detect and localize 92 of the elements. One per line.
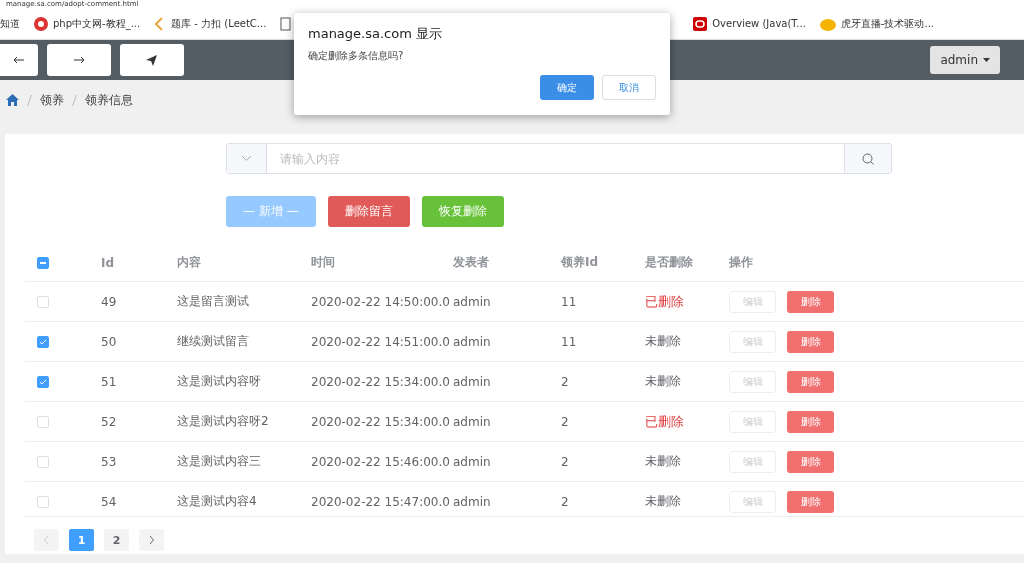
table-cell-text: 51 xyxy=(101,374,118,389)
dialog-message: 确定删除多条信息吗? xyxy=(308,49,405,63)
column-header: 领养Id xyxy=(561,254,600,271)
table-cell-text: 2 xyxy=(561,374,570,389)
table-cell-text: admin xyxy=(453,414,492,429)
delete-button[interactable]: 删除 xyxy=(787,370,834,393)
table-cell-text: 这是测试内容呀2 xyxy=(177,413,270,430)
next-page-button[interactable] xyxy=(139,529,164,551)
table-cell-text: admin xyxy=(453,374,492,389)
bookmark[interactable]: 虎牙直播-技术驱动... xyxy=(840,16,934,31)
table-cell-text: 52 xyxy=(101,414,118,429)
round-logo-icon xyxy=(819,16,836,31)
dialog-button[interactable]: 取消 xyxy=(602,75,656,100)
page-button[interactable]: 2 xyxy=(104,529,129,551)
chevron-down-icon xyxy=(242,156,251,161)
column-header: 内容 xyxy=(177,254,202,271)
paper-plane-icon xyxy=(145,53,159,67)
breadcrumb-item: 领养信息 xyxy=(85,91,133,109)
table-cell-text: 2 xyxy=(561,454,570,469)
action-button[interactable]: 恢复删除 xyxy=(421,196,504,227)
delete-button[interactable]: 删除 xyxy=(787,330,834,353)
search-bar[interactable]: 请输入内容 xyxy=(226,143,892,174)
user-menu-button[interactable]: admin xyxy=(930,46,1000,74)
home-icon[interactable] xyxy=(6,94,19,106)
delete-button[interactable]: 删除 xyxy=(787,490,834,513)
minus-icon xyxy=(40,261,46,264)
table-cell-text: 继续测试留言 xyxy=(177,333,250,350)
chevron-left-icon xyxy=(44,536,49,544)
back-button[interactable] xyxy=(0,44,38,76)
chevron-right-icon xyxy=(149,536,154,544)
delete-button[interactable]: 删除 xyxy=(787,290,834,313)
status-text: 已删除 xyxy=(645,292,685,311)
forward-button[interactable] xyxy=(47,44,111,76)
table-cell-text: 2 xyxy=(561,494,570,509)
column-header: Id xyxy=(101,255,116,270)
delete-button[interactable]: 删除 xyxy=(787,450,834,473)
action-button[interactable]: 删除留言 xyxy=(327,196,410,227)
check-icon xyxy=(39,338,47,345)
table-cell-text: 2020-02-22 15:34:00.0 xyxy=(311,374,451,389)
table-cell-text: 2020-02-22 15:47:00.0 xyxy=(311,494,451,509)
table-cell-text: admin xyxy=(453,294,492,309)
table-cell-text: 这是测试内容呀 xyxy=(177,373,262,390)
column-header: 是否删除 xyxy=(645,254,694,271)
dialog-button[interactable]: 确定 xyxy=(540,75,594,100)
row-checkbox[interactable] xyxy=(37,335,49,348)
column-header: 时间 xyxy=(311,254,336,271)
table-cell-text: 54 xyxy=(101,494,118,509)
breadcrumb-item[interactable]: 领养 xyxy=(40,91,64,109)
table-cell-text: admin xyxy=(453,334,492,349)
search-button[interactable] xyxy=(844,144,891,173)
status-text: 未删除 xyxy=(645,453,682,470)
table-cell-text: 2020-02-22 15:34:00.0 xyxy=(311,414,451,429)
table-cell-text: 这是测试内容4 xyxy=(177,493,258,510)
breadcrumb-separator xyxy=(27,94,32,106)
bookmark[interactable]: Overview (Java(T... xyxy=(712,18,806,29)
select-all-checkbox[interactable] xyxy=(37,256,49,269)
table-cell-text: 11 xyxy=(561,294,578,309)
table-cell-text: 50 xyxy=(101,334,118,349)
row-checkbox[interactable] xyxy=(37,375,49,388)
table-cell-text: 49 xyxy=(101,294,118,309)
check-icon xyxy=(39,378,47,385)
table-cell-text: admin xyxy=(453,494,492,509)
status-text: 未删除 xyxy=(645,333,682,350)
page-icon xyxy=(280,16,292,31)
status-text: 已删除 xyxy=(645,412,685,431)
dialog-title: manage.sa.com 显示 xyxy=(308,25,443,43)
table-cell-text: 这是测试内容三 xyxy=(177,453,262,470)
table-cell-text: 53 xyxy=(101,454,118,469)
bookmark[interactable]: 题库 - 力扣 (LeetC... xyxy=(171,16,267,31)
square-logo-icon xyxy=(693,16,708,31)
table-cell-text: 2020-02-22 15:46:00.0 xyxy=(311,454,451,469)
send-button[interactable] xyxy=(120,44,184,76)
previous-page-button[interactable] xyxy=(34,529,59,551)
delete-button[interactable]: 删除 xyxy=(787,410,834,433)
table-cell-text: admin xyxy=(453,454,492,469)
table-cell-text: 这是留言测试 xyxy=(177,293,250,310)
column-header: 操作 xyxy=(729,254,754,271)
status-text: 未删除 xyxy=(645,493,682,510)
table-cell-text: 2 xyxy=(561,414,570,429)
round-logo-icon xyxy=(34,16,48,31)
breadcrumb-separator xyxy=(72,94,77,106)
caret-icon xyxy=(983,58,990,62)
dropdown-button[interactable] xyxy=(227,144,267,173)
status-text: 未删除 xyxy=(645,373,682,390)
page-button[interactable]: 1 xyxy=(69,529,94,551)
table-cell-text: 2020-02-22 14:50:00.0 xyxy=(311,294,451,309)
search-icon xyxy=(862,152,874,165)
table-cell-text: 2020-02-22 14:51:00.0 xyxy=(311,334,451,349)
bookmark[interactable]: php中文网-教程_... xyxy=(53,16,141,31)
column-header: 发表者 xyxy=(453,254,490,271)
bookmark[interactable]: 知道 xyxy=(0,16,20,31)
table-cell-text: 11 xyxy=(561,334,578,349)
